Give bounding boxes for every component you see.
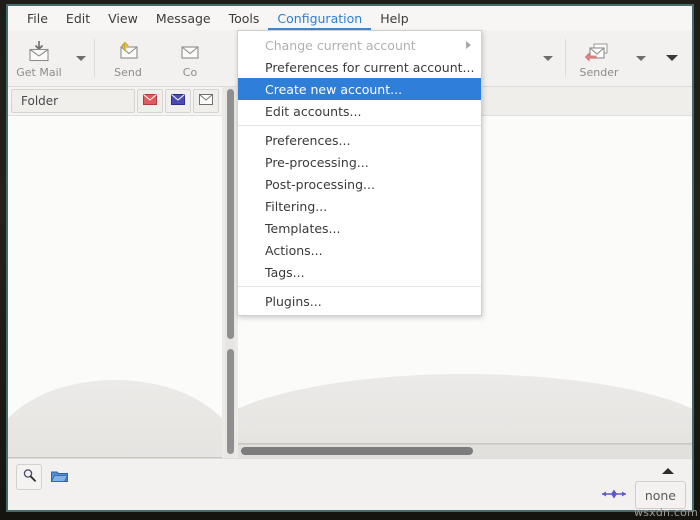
- compose-icon: [177, 38, 203, 64]
- menu-file[interactable]: File: [18, 6, 57, 30]
- chevron-down-icon: [76, 55, 86, 61]
- menu-item-label: Actions...: [265, 242, 323, 258]
- status-bar-right-group: none: [601, 464, 686, 509]
- menu-item-tags[interactable]: Tags...: [238, 261, 481, 283]
- menu-edit[interactable]: Edit: [57, 6, 99, 30]
- toolbar-overflow-arrow[interactable]: [652, 30, 692, 86]
- magnifier-icon: [22, 468, 37, 486]
- reply-sender-icon: [584, 38, 614, 64]
- send-icon: [115, 38, 141, 64]
- menu-item-label: Plugins...: [265, 293, 322, 309]
- folder-selector-button[interactable]: [46, 464, 72, 490]
- menu-item-label: Tags...: [265, 264, 305, 280]
- get-mail-button[interactable]: Get Mail: [8, 30, 70, 86]
- total-column-header[interactable]: [193, 89, 219, 113]
- render-artifact-dome: [8, 380, 222, 458]
- send-button[interactable]: Send: [97, 30, 159, 86]
- middle-dropdown-arrow[interactable]: [537, 30, 559, 86]
- menu-help[interactable]: Help: [371, 6, 418, 30]
- menu-item-label: Edit accounts...: [265, 103, 362, 119]
- chevron-down-icon: [543, 55, 553, 61]
- menu-view[interactable]: View: [99, 6, 147, 30]
- menu-item-create-new-account[interactable]: Create new account...: [238, 78, 481, 100]
- chevron-down-icon: [636, 55, 646, 61]
- menu-item-label: Post-processing...: [265, 176, 375, 192]
- menu-item-label: Filtering...: [265, 198, 328, 214]
- folder-pane: Folder: [8, 87, 222, 458]
- application-window: File Edit View Message Tools Configurati…: [6, 4, 694, 512]
- search-button[interactable]: [16, 464, 42, 490]
- toolbar-separator-2: [565, 39, 566, 77]
- unread-column-header[interactable]: [137, 89, 163, 113]
- menu-item-label: Change current account: [265, 37, 416, 53]
- folder-tree-list[interactable]: [8, 115, 222, 458]
- sender-dropdown-arrow[interactable]: [630, 30, 652, 86]
- pane-splitter[interactable]: [222, 87, 238, 458]
- chevron-right-icon: [466, 41, 471, 49]
- menu-item-post-processing[interactable]: Post-processing...: [238, 173, 481, 195]
- reply-sender-button[interactable]: Sender: [568, 30, 630, 86]
- envelope-plain-icon: [199, 94, 213, 108]
- menu-item-label: Preferences...: [265, 132, 351, 148]
- render-artifact-dome: [238, 374, 692, 444]
- chevron-down-icon: [666, 55, 678, 61]
- toolbar-group-sender: Sender: [568, 30, 652, 86]
- menu-item-label: Preferences for current account...: [265, 59, 475, 75]
- menu-item-label: Create new account...: [265, 81, 403, 97]
- toolbar-group-send: Send: [97, 30, 159, 86]
- folder-scrollbar-thumb[interactable]: [227, 89, 234, 339]
- menu-item-label: Pre-processing...: [265, 154, 369, 170]
- get-mail-dropdown-arrow[interactable]: [70, 30, 92, 86]
- folder-scrollbar-thumb-lower[interactable]: [227, 349, 234, 454]
- menu-item-label: Templates...: [265, 220, 341, 236]
- menu-tools[interactable]: Tools: [220, 6, 269, 30]
- folder-column-header-row: Folder: [8, 87, 222, 115]
- compose-label: Co: [182, 65, 198, 79]
- compose-button[interactable]: Co: [159, 30, 221, 86]
- menu-item-pre-processing[interactable]: Pre-processing...: [238, 151, 481, 173]
- configuration-dropdown-menu: Change current account Preferences for c…: [237, 30, 482, 316]
- folder-scrollbar-track[interactable]: [225, 87, 235, 458]
- toolbar-group-getmail: Get Mail: [8, 30, 92, 86]
- folder-column-header[interactable]: Folder: [11, 89, 135, 113]
- menu-item-plugins[interactable]: Plugins...: [238, 290, 481, 312]
- desktop-background: File Edit View Message Tools Configurati…: [0, 0, 700, 520]
- toolbar-group-compose: Co: [159, 30, 221, 86]
- get-mail-label: Get Mail: [16, 65, 62, 79]
- menu-item-edit-accounts[interactable]: Edit accounts...: [238, 100, 481, 122]
- folder-blue-icon: [50, 469, 68, 486]
- menu-item-filtering[interactable]: Filtering...: [238, 195, 481, 217]
- menu-item-templates[interactable]: Templates...: [238, 217, 481, 239]
- menu-message[interactable]: Message: [147, 6, 220, 30]
- send-label: Send: [114, 65, 142, 79]
- menu-separator-2: [238, 286, 481, 287]
- get-mail-icon: [26, 38, 52, 64]
- horizontal-resize-icon[interactable]: [601, 488, 627, 503]
- folder-column-label: Folder: [21, 94, 59, 108]
- message-horizontal-scrollbar[interactable]: [238, 444, 692, 458]
- new-column-header[interactable]: [165, 89, 191, 113]
- menu-item-preferences[interactable]: Preferences...: [238, 129, 481, 151]
- message-horizontal-scrollbar-thumb[interactable]: [241, 447, 473, 455]
- menu-item-preferences-for-current-account[interactable]: Preferences for current account...: [238, 56, 481, 78]
- menu-item-change-current-account[interactable]: Change current account: [238, 34, 481, 56]
- none-button-label: none: [644, 487, 676, 503]
- menu-separator-1: [238, 125, 481, 126]
- envelope-blue-icon: [171, 94, 185, 108]
- triangle-up-icon[interactable]: [662, 468, 674, 474]
- menu-bar: File Edit View Message Tools Configurati…: [8, 6, 692, 30]
- reply-sender-label: Sender: [579, 65, 619, 79]
- menu-item-actions[interactable]: Actions...: [238, 239, 481, 261]
- toolbar-separator-1: [94, 39, 95, 77]
- status-bar-controls-row: none: [601, 481, 686, 509]
- status-bar: none: [8, 458, 692, 510]
- envelope-red-icon: [143, 94, 157, 108]
- none-button[interactable]: none: [634, 481, 686, 509]
- menu-configuration[interactable]: Configuration: [268, 6, 371, 30]
